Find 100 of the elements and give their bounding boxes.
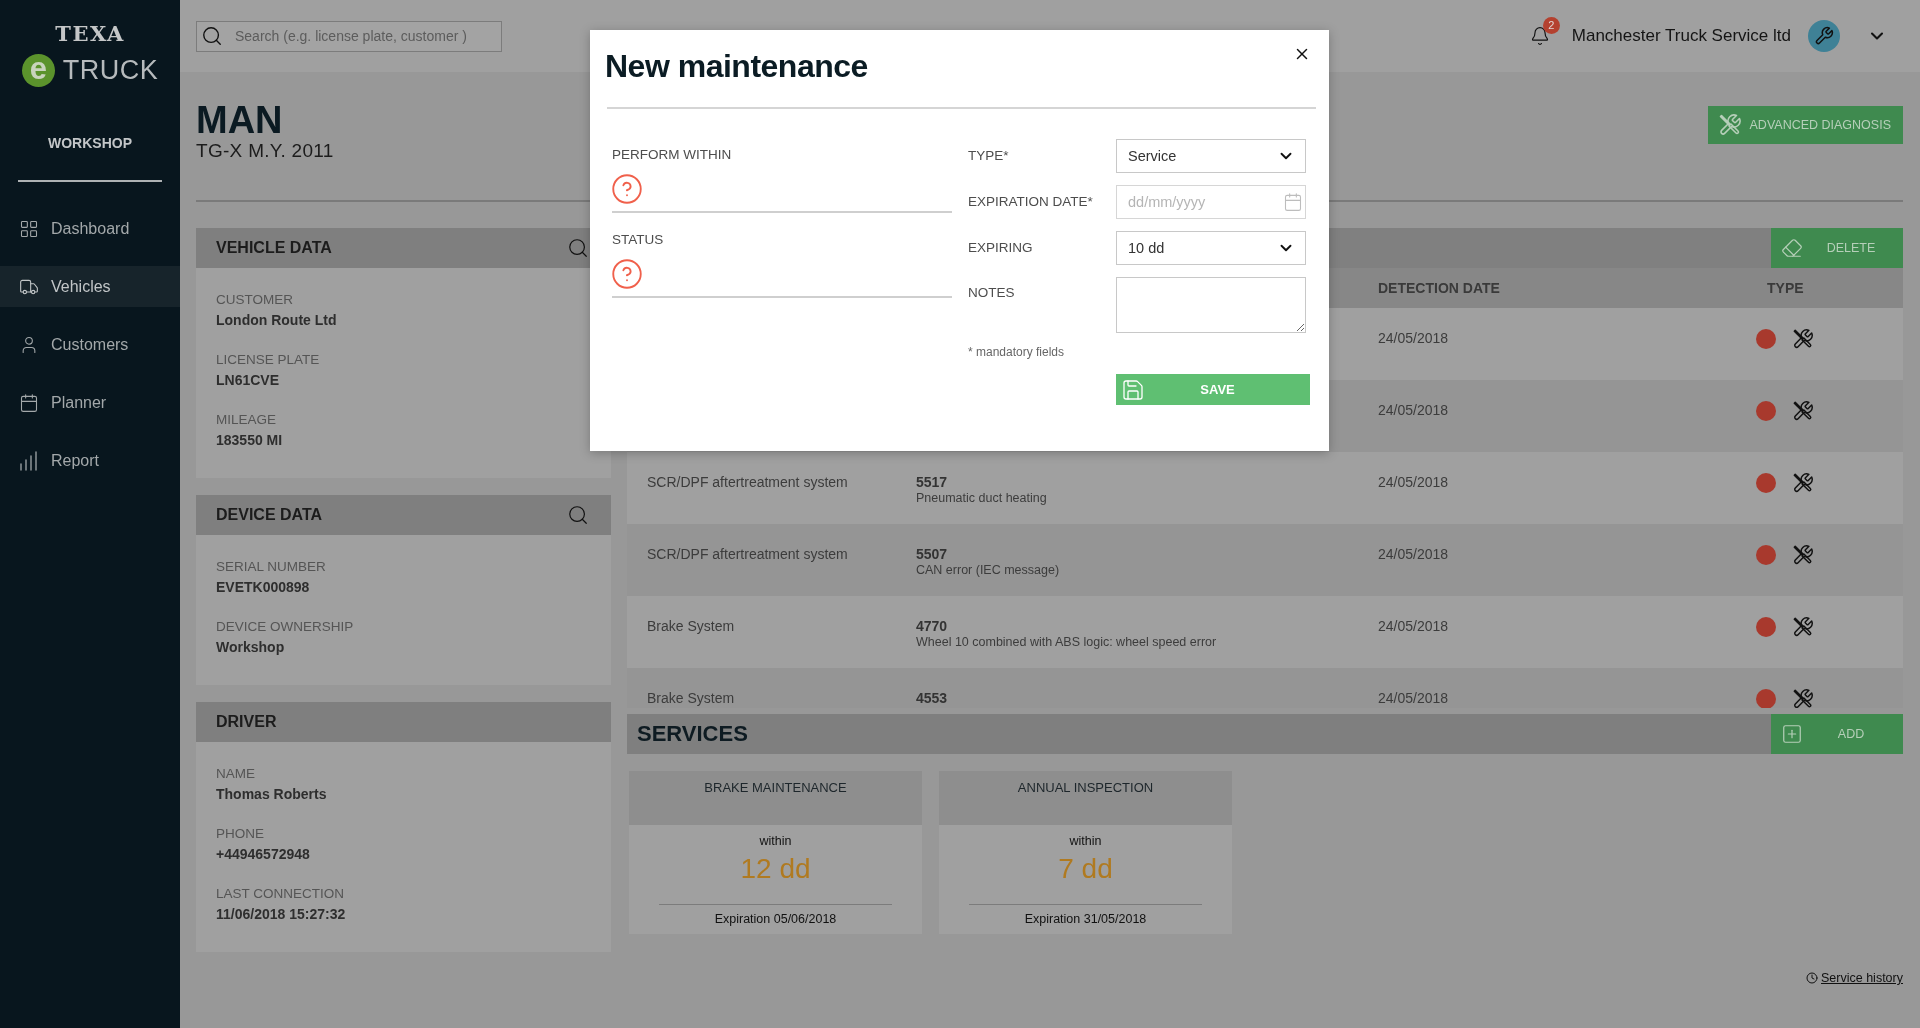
detection-date: 24/05/2018	[1378, 402, 1450, 418]
vehicle-model: TG-X M.Y. 2011	[196, 140, 334, 162]
field-label: CUSTOMER	[216, 291, 294, 309]
detection-date: 24/05/2018	[1378, 546, 1450, 562]
question-icon	[612, 174, 642, 204]
sidebar-item[interactable]: Customers	[0, 324, 180, 365]
error-description: Wheel 10 combined with ABS logic: wheel speed error	[916, 634, 1218, 651]
panel-title: DEVICE DATA	[216, 506, 323, 524]
service-history-link[interactable]: Service history	[1806, 971, 1903, 985]
detection-date: 24/05/2018	[1378, 474, 1450, 490]
field-value: Thomas Roberts	[216, 785, 328, 804]
error-code: 5507	[916, 546, 949, 562]
dropdown[interactable]: 10 dd	[1116, 231, 1306, 265]
status-dot-icon	[1756, 545, 1776, 565]
dialog-title: New maintenance	[605, 47, 868, 86]
within-label: within	[759, 834, 792, 848]
service-title: BRAKE MAINTENANCE	[704, 780, 847, 797]
system-name: Brake System	[647, 618, 736, 634]
tools-icon	[1792, 472, 1814, 494]
status-dot-icon	[1756, 401, 1776, 421]
detection-date: 24/05/2018	[1378, 618, 1450, 634]
tools-icon	[1792, 688, 1814, 708]
logo-mark: e	[21, 54, 55, 87]
vehicle-make: MAN	[196, 100, 284, 140]
bell-icon[interactable]	[1529, 26, 1550, 46]
field-label: LICENSE PLATE	[216, 351, 321, 369]
error-description: CAN error (IEC message)	[916, 562, 1061, 579]
table-row[interactable]: Brake System 4770 Wheel 10 combined with ABS logic: wheel speed error 24/05/2018	[627, 596, 1903, 668]
field-value: 11/06/2018 15:27:32	[216, 905, 347, 924]
field-label: NOTES	[968, 284, 1016, 302]
services-title: SERVICES	[637, 721, 748, 747]
status-dot-icon	[1756, 689, 1776, 708]
notification-badge: 2	[1542, 17, 1560, 34]
system-name: Brake System	[647, 690, 736, 706]
sidebar-item[interactable]: Planner	[0, 382, 180, 423]
within-label: within	[1069, 834, 1102, 848]
tools-icon	[1792, 616, 1814, 638]
question-icon	[612, 259, 642, 289]
field-label: PERFORM WITHIN	[612, 146, 733, 164]
clock-icon	[1806, 972, 1818, 984]
remaining-days: 7 dd	[1058, 852, 1113, 886]
column-header: DETECTION DATE	[1378, 280, 1501, 296]
field-label: PHONE	[216, 825, 265, 843]
section-title: WORKSHOP	[47, 134, 133, 153]
field-value: Workshop	[216, 638, 286, 657]
bar-chart-icon	[19, 450, 39, 471]
field-value: 183550 MI	[216, 431, 284, 450]
tools-icon	[1717, 113, 1742, 137]
detection-date: 24/05/2018	[1378, 330, 1450, 346]
remaining-days: 12 dd	[740, 852, 811, 886]
system-name: SCR/DPF aftertreatment system	[647, 474, 849, 490]
wrench-avatar-icon[interactable]	[1808, 20, 1840, 52]
expiration-date: Expiration 05/06/2018	[714, 912, 837, 926]
dropdown[interactable]: Service	[1116, 139, 1306, 173]
search-icon[interactable]	[567, 237, 589, 259]
sidebar-item[interactable]: Report	[0, 440, 180, 481]
status-dot-icon	[1756, 329, 1776, 349]
field-value: LN61CVE	[216, 371, 281, 390]
date-field[interactable]: dd/mm/yyyy	[1116, 185, 1306, 219]
field-label: LAST CONNECTION	[216, 885, 346, 903]
panel-title: DRIVER	[216, 713, 277, 731]
tools-icon	[1792, 400, 1814, 422]
eraser-icon	[1781, 237, 1803, 259]
sidebar-item[interactable]: Vehicles	[0, 266, 180, 307]
service-card[interactable]: ANNUAL INSPECTION within 7 dd Expiration 31/05/2018	[939, 771, 1232, 934]
tools-icon	[1792, 328, 1814, 350]
error-code: 4553	[916, 690, 949, 706]
field-label: EXPIRING	[968, 239, 1034, 257]
field-label: TYPE*	[968, 147, 1010, 165]
logo-brand: TEXA	[55, 22, 125, 46]
field-label: EXPIRATION DATE*	[968, 193, 1094, 211]
error-description: Pneumatic duct heating	[916, 490, 1048, 507]
field-label: DEVICE OWNERSHIP	[216, 618, 355, 636]
service-card[interactable]: BRAKE MAINTENANCE within 12 dd Expiration 05/06/2018	[629, 771, 922, 934]
calendar-icon	[19, 392, 39, 413]
field-label: SERIAL NUMBER	[216, 558, 327, 576]
field-label: STATUS	[612, 231, 665, 249]
search-field[interactable]: Search (e.g. license plate, customer )	[196, 20, 502, 52]
grid-icon	[19, 218, 39, 239]
service-title: ANNUAL INSPECTION	[1017, 780, 1154, 797]
field-value: +44946572948	[216, 845, 311, 864]
plus-square-icon	[1781, 723, 1803, 745]
expiration-date: Expiration 31/05/2018	[1024, 912, 1147, 926]
error-code: 4770	[916, 618, 949, 634]
search-icon[interactable]	[567, 504, 589, 526]
field-value: EVETK000898	[216, 578, 311, 597]
mandatory-note: * mandatory fields	[968, 345, 1066, 359]
search-icon	[201, 24, 223, 47]
sidebar-item[interactable]: Dashboard	[0, 208, 180, 249]
panel-title: VEHICLE DATA	[216, 239, 332, 257]
field-label: NAME	[216, 765, 256, 783]
system-name: SCR/DPF aftertreatment system	[647, 546, 849, 562]
table-row[interactable]: SCR/DPF aftertreatment system 5517 Pneumatic duct heating 24/05/2018	[627, 452, 1903, 524]
logo-product: TRUCK	[62, 54, 159, 87]
tools-icon	[1792, 544, 1814, 566]
notes-field[interactable]	[1116, 277, 1306, 333]
status-dot-icon	[1756, 617, 1776, 637]
status-dot-icon	[1756, 473, 1776, 493]
account-name: Manchester Truck Service ltd	[1571, 26, 1791, 46]
column-header: TYPE	[1766, 280, 1805, 296]
